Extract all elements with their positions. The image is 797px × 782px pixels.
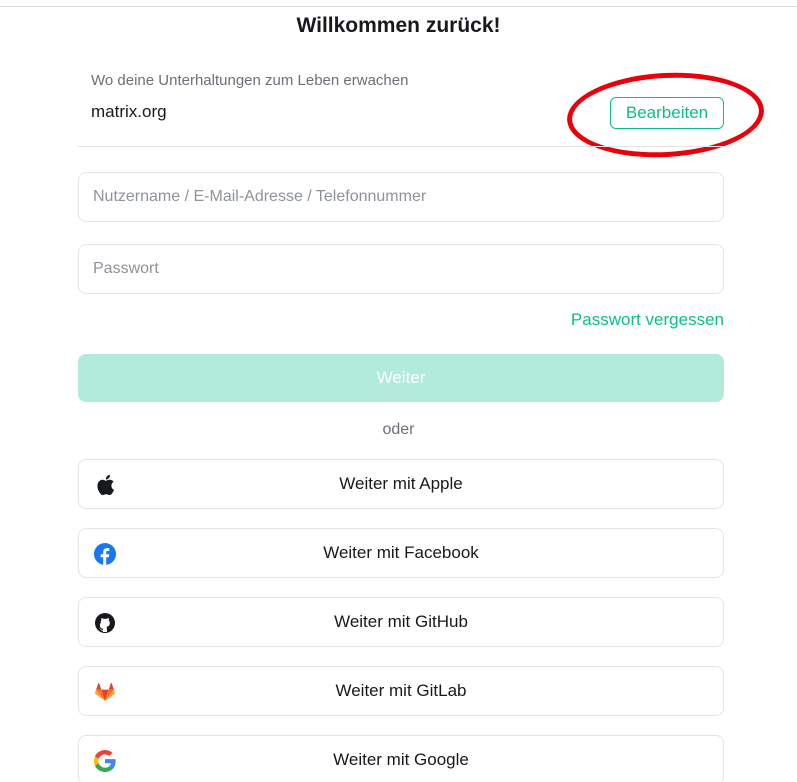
login-page: Willkommen zurück! Wo deine Unterhaltung… xyxy=(0,0,797,782)
section-divider xyxy=(78,146,724,147)
server-tagline: Wo deine Unterhaltungen zum Leben erwach… xyxy=(91,72,409,89)
sso-apple-button[interactable]: Weiter mit Apple xyxy=(78,459,724,509)
google-icon xyxy=(94,750,116,772)
or-separator: oder xyxy=(382,421,415,438)
forgot-password-link[interactable]: Passwort vergessen xyxy=(571,310,724,330)
apple-icon xyxy=(94,474,116,496)
sso-label: Weiter mit GitHub xyxy=(334,612,468,631)
server-name: matrix.org xyxy=(91,102,167,121)
sso-google-button[interactable]: Weiter mit Google xyxy=(78,735,724,782)
continue-button[interactable]: Weiter xyxy=(78,354,724,402)
page-title: Willkommen zurück! xyxy=(296,14,501,37)
sso-label: Weiter mit Facebook xyxy=(323,543,479,562)
sso-gitlab-button[interactable]: Weiter mit GitLab xyxy=(78,666,724,716)
sso-label: Weiter mit Apple xyxy=(339,474,463,493)
username-input[interactable] xyxy=(78,172,724,222)
sso-label: Weiter mit GitLab xyxy=(335,681,467,700)
sso-label: Weiter mit Google xyxy=(333,750,469,769)
password-input[interactable] xyxy=(78,244,724,294)
github-icon xyxy=(94,612,116,634)
gitlab-icon xyxy=(94,681,116,703)
top-divider xyxy=(0,6,797,7)
facebook-icon xyxy=(94,543,116,565)
sso-facebook-button[interactable]: Weiter mit Facebook xyxy=(78,528,724,578)
sso-github-button[interactable]: Weiter mit GitHub xyxy=(78,597,724,647)
edit-server-button[interactable]: Bearbeiten xyxy=(610,97,724,129)
